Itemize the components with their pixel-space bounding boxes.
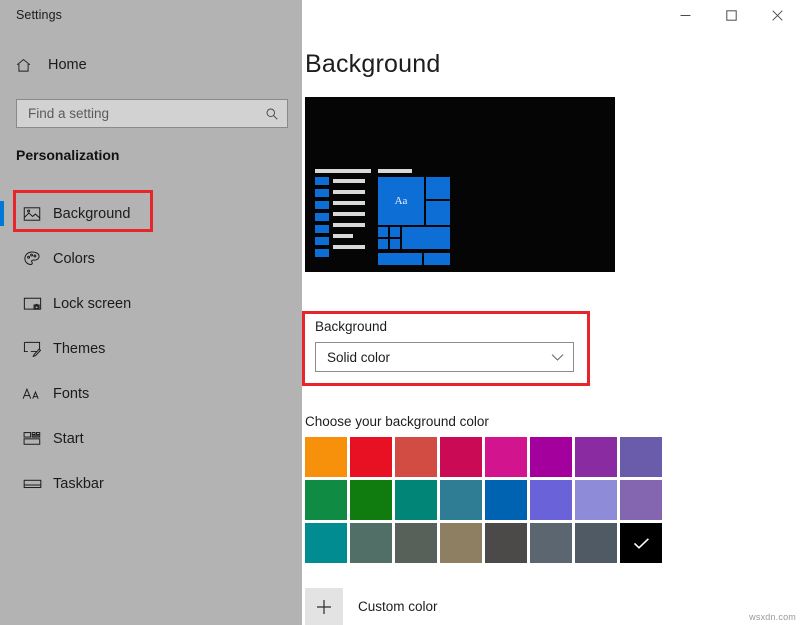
plus-icon (305, 588, 343, 625)
color-swatch[interactable] (305, 480, 347, 520)
preview-tile (426, 201, 450, 225)
color-swatch[interactable] (395, 480, 437, 520)
close-icon[interactable] (754, 0, 800, 30)
search-input[interactable] (28, 106, 264, 121)
color-swatch[interactable] (575, 437, 617, 477)
preview-list-lines (333, 179, 365, 265)
custom-color-label: Custom color (358, 599, 438, 614)
color-swatch[interactable] (350, 523, 392, 563)
color-swatch[interactable] (440, 480, 482, 520)
palette-icon (19, 250, 45, 268)
search-icon[interactable] (264, 106, 279, 121)
color-swatch[interactable] (485, 480, 527, 520)
home-icon (15, 57, 45, 74)
preview-tile (378, 227, 388, 237)
preview-title-line (378, 169, 412, 173)
desktop-preview: Aa (305, 97, 615, 272)
selection-indicator (0, 201, 4, 226)
check-icon (620, 523, 662, 563)
picture-icon (19, 206, 45, 222)
app-title: Settings (16, 8, 62, 22)
sidebar-item-background-label: Background (53, 206, 130, 222)
preview-tile (390, 239, 400, 249)
chevron-down-icon[interactable] (551, 353, 564, 362)
page-title: Background (305, 50, 440, 79)
color-swatch[interactable] (620, 480, 662, 520)
preview-tiles: Aa (378, 177, 450, 265)
watermark: wsxdn.com (749, 612, 796, 622)
color-swatch[interactable] (530, 480, 572, 520)
sidebar-item-taskbar-label: Taskbar (53, 476, 104, 492)
sidebar-item-home-label: Home (48, 57, 87, 73)
color-swatch[interactable] (440, 437, 482, 477)
preview-search-line (315, 169, 371, 173)
minimize-icon[interactable] (662, 0, 708, 30)
preview-tile-aa: Aa (378, 177, 424, 225)
color-swatch[interactable] (485, 523, 527, 563)
background-type-dropdown[interactable]: Solid color (315, 342, 574, 372)
sidebar-item-home[interactable]: Home (0, 48, 302, 82)
preview-tile (426, 177, 450, 199)
themes-brush-icon (19, 340, 45, 357)
sidebar: Settings Home Personalization (0, 0, 302, 625)
sidebar-item-fonts[interactable]: Fonts (0, 371, 302, 416)
sidebar-item-start-label: Start (53, 431, 84, 447)
sidebar-item-themes-label: Themes (53, 341, 105, 357)
color-swatch-selected[interactable] (620, 523, 662, 563)
search-box[interactable] (16, 99, 288, 128)
content-pane: Background Aa (302, 0, 800, 625)
color-swatch[interactable] (440, 523, 482, 563)
settings-window: Settings Home Personalization (0, 0, 800, 625)
color-swatch[interactable] (350, 480, 392, 520)
sidebar-item-lock-screen[interactable]: Lock screen (0, 281, 302, 326)
preview-tile (378, 253, 422, 265)
color-swatch[interactable] (305, 437, 347, 477)
background-section-label: Background (315, 319, 387, 334)
color-swatch[interactable] (575, 480, 617, 520)
color-swatch[interactable] (395, 523, 437, 563)
color-swatch[interactable] (395, 437, 437, 477)
sidebar-item-taskbar[interactable]: Taskbar (0, 461, 302, 506)
custom-color-button[interactable]: Custom color (305, 588, 663, 625)
preview-tile (424, 253, 450, 265)
sidebar-item-fonts-label: Fonts (53, 386, 89, 402)
choose-color-label: Choose your background color (305, 414, 489, 429)
color-swatch[interactable] (305, 523, 347, 563)
color-swatch[interactable] (575, 523, 617, 563)
sidebar-item-themes[interactable]: Themes (0, 326, 302, 371)
sidebar-nav: Background Colors (0, 191, 302, 506)
color-swatch-row (305, 437, 663, 477)
fonts-aa-icon (19, 386, 45, 402)
sidebar-section-heading: Personalization (16, 147, 119, 163)
preview-app-column (315, 177, 329, 265)
preview-tile (390, 227, 400, 237)
sidebar-item-colors-label: Colors (53, 251, 95, 267)
color-swatch-row (305, 480, 663, 520)
color-swatch[interactable] (620, 437, 662, 477)
start-tiles-icon (19, 431, 45, 446)
color-swatch[interactable] (485, 437, 527, 477)
color-swatch[interactable] (530, 523, 572, 563)
color-swatch-grid (305, 437, 663, 563)
color-swatch-row (305, 523, 663, 563)
preview-tile (378, 239, 388, 249)
sidebar-item-start[interactable]: Start (0, 416, 302, 461)
color-swatch[interactable] (350, 437, 392, 477)
sidebar-item-colors[interactable]: Colors (0, 236, 302, 281)
maximize-icon[interactable] (708, 0, 754, 30)
lock-screen-icon (19, 296, 45, 312)
sidebar-item-lock-screen-label: Lock screen (53, 296, 131, 312)
sidebar-item-background[interactable]: Background (0, 191, 302, 236)
taskbar-icon (19, 478, 45, 490)
preview-tile (402, 227, 450, 249)
window-controls (640, 0, 800, 34)
color-swatch[interactable] (530, 437, 572, 477)
background-type-value: Solid color (327, 350, 551, 365)
